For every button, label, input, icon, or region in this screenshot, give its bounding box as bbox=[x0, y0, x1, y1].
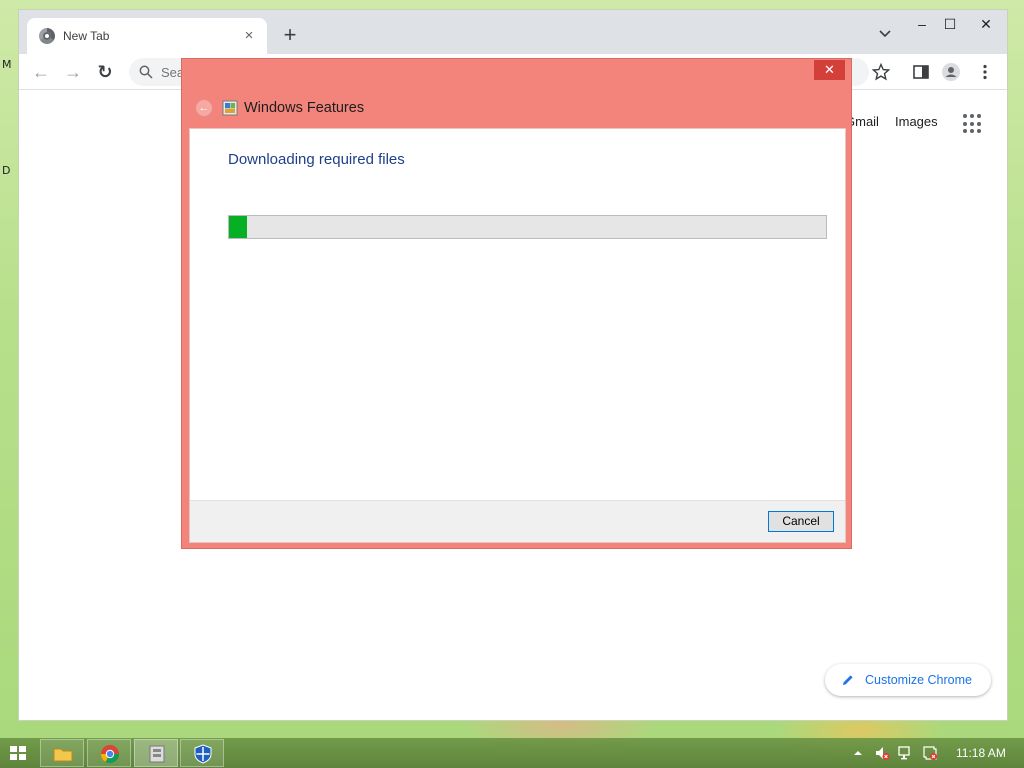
customize-chrome-label: Customize Chrome bbox=[865, 673, 972, 687]
taskbar-chrome[interactable] bbox=[87, 739, 131, 767]
desktop-icon-label: D bbox=[2, 164, 11, 177]
windows-features-icon bbox=[222, 100, 238, 116]
chrome-logo-icon bbox=[39, 28, 55, 44]
windows-features-dialog: ✕ ← Windows Features Downloading require… bbox=[181, 58, 852, 549]
google-apps-icon[interactable] bbox=[963, 114, 983, 134]
download-progress-bar bbox=[228, 215, 827, 239]
taskbar-clock[interactable]: 11:18 AM bbox=[956, 746, 1006, 760]
tab-strip: New Tab × + – ☐ ✕ bbox=[19, 10, 1007, 54]
tab-title: New Tab bbox=[63, 29, 110, 43]
dialog-footer: Cancel bbox=[190, 500, 845, 542]
menu-kebab-icon[interactable] bbox=[975, 62, 995, 82]
chrome-icon bbox=[101, 745, 119, 764]
search-icon bbox=[139, 65, 153, 79]
chevron-down-icon[interactable] bbox=[875, 24, 895, 44]
dialog-body: Downloading required files Cancel bbox=[189, 128, 846, 543]
network-icon[interactable] bbox=[898, 745, 914, 761]
dialog-close-button[interactable]: ✕ bbox=[814, 60, 845, 80]
profile-avatar-icon[interactable] bbox=[941, 62, 961, 82]
maximize-button[interactable]: ☐ bbox=[935, 14, 965, 34]
dialog-title: Windows Features bbox=[244, 100, 365, 116]
bookmark-star-icon[interactable] bbox=[871, 62, 891, 82]
taskbar: 11:18 AM bbox=[0, 738, 1024, 768]
taskbar-file-explorer[interactable] bbox=[40, 739, 84, 767]
windows-features-icon bbox=[149, 745, 165, 763]
images-link[interactable]: Images bbox=[895, 114, 938, 129]
start-button[interactable] bbox=[10, 746, 26, 760]
action-center-warning-icon[interactable] bbox=[922, 745, 938, 761]
show-hidden-icons-icon[interactable] bbox=[850, 745, 866, 761]
shield-icon bbox=[194, 744, 212, 764]
tab-close-icon[interactable]: × bbox=[239, 26, 259, 46]
dialog-header: ← Windows Features bbox=[182, 89, 851, 127]
status-heading: Downloading required files bbox=[228, 151, 405, 168]
forward-button[interactable]: → bbox=[61, 60, 85, 84]
desktop-icon-label: M bbox=[2, 58, 12, 71]
dialog-back-button[interactable]: ← bbox=[195, 99, 213, 117]
reload-button[interactable]: ↻ bbox=[93, 60, 117, 84]
new-tab-button[interactable]: + bbox=[277, 22, 303, 48]
side-panel-icon[interactable] bbox=[911, 62, 931, 82]
progress-fill bbox=[229, 216, 247, 238]
pencil-icon bbox=[843, 675, 853, 685]
minimize-button[interactable]: – bbox=[907, 14, 937, 34]
taskbar-defender[interactable] bbox=[180, 739, 224, 767]
window-close-button[interactable]: ✕ bbox=[971, 14, 1001, 34]
customize-chrome-button[interactable]: Customize Chrome bbox=[825, 664, 991, 696]
folder-icon bbox=[53, 748, 73, 762]
tab-new-tab[interactable]: New Tab × bbox=[27, 18, 267, 54]
cancel-button[interactable]: Cancel bbox=[768, 511, 834, 532]
taskbar-windows-features[interactable] bbox=[134, 739, 178, 767]
volume-muted-icon[interactable] bbox=[874, 745, 890, 761]
back-button[interactable]: ← bbox=[29, 60, 53, 84]
